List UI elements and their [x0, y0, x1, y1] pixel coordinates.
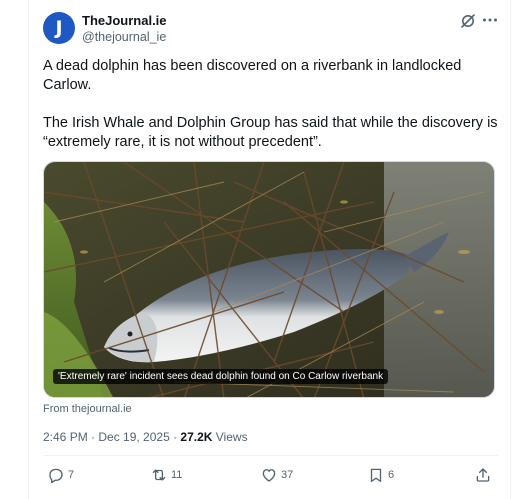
share-button[interactable] [474, 466, 492, 484]
bookmark-count: 6 [388, 469, 395, 481]
reply-count: 7 [68, 469, 75, 481]
dolphin-photo [44, 162, 494, 397]
author-name[interactable]: TheJournal.ie [82, 13, 167, 28]
like-count: 37 [281, 469, 294, 481]
card-source[interactable]: From thejournal.ie [43, 403, 132, 415]
bookmark-button[interactable]: 6 [367, 466, 394, 484]
tweet-timestamp[interactable]: 2:46 PM · Dec 19, 2025 · [43, 430, 180, 444]
bookmark-icon [370, 468, 382, 483]
card-caption[interactable]: 'Extremely rare' incident sees dead dolp… [53, 369, 389, 384]
divider [43, 455, 498, 456]
views-count: 27.2K [180, 430, 213, 444]
repost-count: 11 [171, 469, 183, 481]
like-button[interactable]: 37 [260, 466, 293, 484]
avatar-letter: J [55, 17, 63, 39]
more-icon[interactable] [480, 10, 500, 30]
grok-icon[interactable] [458, 11, 478, 31]
tweet-meta: 2:46 PM · Dec 19, 2025 · 27.2K Views [43, 430, 248, 444]
views-label: Views [212, 430, 248, 444]
action-bar: 7 11 37 6 [29, 466, 510, 492]
link-card-image[interactable]: 'Extremely rare' incident sees dead dolp… [43, 161, 495, 398]
repost-button[interactable]: 11 [150, 466, 182, 484]
tweet-text-paragraph-2: The Irish Whale and Dolphin Group has sa… [43, 115, 498, 150]
timeline-border-right [510, 0, 511, 499]
author-handle[interactable]: @thejournal_ie [82, 30, 166, 44]
tweet-text-paragraph-1: A dead dolphin has been discovered on a … [43, 58, 462, 93]
reply-icon [49, 468, 63, 484]
avatar[interactable]: J [43, 12, 75, 44]
tweet[interactable]: J TheJournal.ie @thejournal_ie A dead do… [29, 0, 510, 499]
share-icon [476, 468, 490, 482]
reply-button[interactable]: 7 [47, 466, 74, 484]
like-icon [262, 469, 276, 482]
repost-icon [152, 469, 166, 481]
